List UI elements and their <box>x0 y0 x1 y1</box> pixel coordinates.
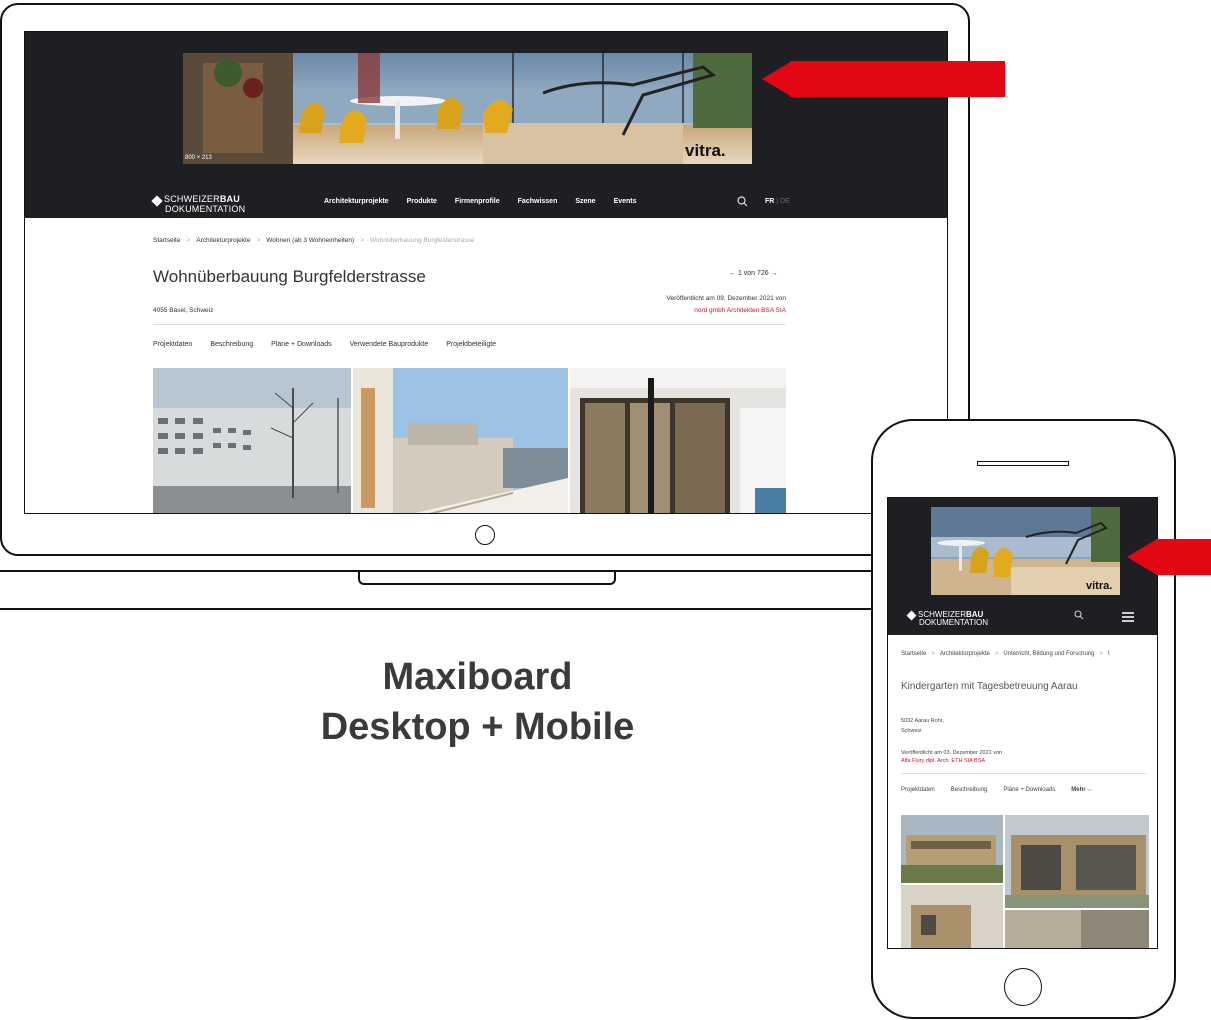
ad-photo: vitra. <box>931 507 1120 595</box>
tab-projektbeteiligte[interactable]: Projektbeteiligte <box>446 341 496 348</box>
gallery-image[interactable] <box>153 368 351 514</box>
mobile-screen: vitra. SCHWEIZERBAU DOKUMENTATION Starts… <box>887 497 1158 949</box>
next-arrow-icon[interactable]: → <box>771 270 778 277</box>
author-link[interactable]: nord gmbh Architekten BSA SIA <box>585 305 786 317</box>
gallery-image[interactable] <box>570 368 786 514</box>
search-icon[interactable] <box>1074 610 1084 622</box>
breadcrumb-item[interactable]: Architekturprojekte <box>940 651 990 657</box>
published-date: Veröffentlicht am 09. Dezember 2021 von <box>666 295 786 302</box>
laptop-webcam <box>475 525 495 545</box>
tab-projektdaten[interactable]: Projektdaten <box>901 787 935 794</box>
logo-diamond-icon <box>151 195 163 207</box>
desktop-screen: 800 × 213 vitra. SCHWEIZERBAU DOKUMENTAT… <box>24 31 948 514</box>
logo-text-line2: DOKUMENTATION <box>919 618 989 627</box>
nav-item-events[interactable]: Events <box>614 198 637 205</box>
breadcrumb-separator: > <box>1099 651 1103 657</box>
tab-projektdaten[interactable]: Projektdaten <box>153 341 192 348</box>
ad-size-label: 800 × 213 <box>185 155 213 161</box>
project-location: 4055 Basel, Schweiz <box>153 307 214 314</box>
location-line2: Schweiz <box>901 728 922 734</box>
breadcrumb-item[interactable]: I <box>1108 651 1110 657</box>
nav-item-fachwissen[interactable]: Fachwissen <box>518 198 558 205</box>
tab-verwendete-bauprodukte[interactable]: Verwendete Bauprodukte <box>350 341 429 348</box>
caption-line2: Desktop + Mobile <box>320 706 635 748</box>
breadcrumb-item[interactable]: Architekturprojekte <box>196 237 250 244</box>
logo-text-light: SCHWEIZER <box>164 194 220 204</box>
breadcrumb: Startseite > Architekturprojekte > Unter… <box>901 651 1110 657</box>
project-location: 5032 Aarau Rohr, Schweiz <box>901 716 944 736</box>
ad-photo: 800 × 213 vitra. <box>183 53 752 164</box>
main-nav: Architekturprojekte Produkte Firmenprofi… <box>324 198 637 205</box>
search-icon[interactable] <box>737 196 748 210</box>
lang-de[interactable]: DE <box>780 198 790 205</box>
gallery-image[interactable] <box>353 368 568 514</box>
site-logo[interactable]: SCHWEIZERBAU DOKUMENTATION <box>906 610 989 627</box>
breadcrumb-item[interactable]: Startseite <box>153 237 180 244</box>
project-tabs: Projektdaten Beschreibung Pläne + Downlo… <box>153 341 496 348</box>
mobile-pointer-arrow-bar <box>1156 539 1211 575</box>
page-title: Kindergarten mit Tagesbetreuung Aarau <box>901 681 1078 692</box>
hamburger-menu-icon[interactable] <box>1122 612 1134 624</box>
phone-speaker <box>977 461 1069 466</box>
lang-separator: | <box>776 198 779 205</box>
published-info: Veröffentlicht am 03. Dezember 2021 von … <box>901 749 1002 765</box>
divider <box>153 324 786 325</box>
mobile-pointer-arrow-icon <box>1127 539 1157 575</box>
nav-item-firmenprofile[interactable]: Firmenprofile <box>455 198 500 205</box>
published-info: Veröffentlicht am 09. Dezember 2021 von … <box>585 293 786 317</box>
breadcrumb-item[interactable]: Startseite <box>901 651 926 657</box>
language-switch: FR | DE <box>765 198 790 205</box>
mobile-maxiboard-ad[interactable]: vitra. <box>931 507 1120 595</box>
chevron-down-icon: ⌵ <box>1087 787 1092 793</box>
breadcrumb: Startseite > Architekturprojekte > Wohne… <box>153 237 474 244</box>
laptop-notch <box>358 571 616 585</box>
phone-home-button <box>1004 968 1042 1006</box>
tab-beschreibung[interactable]: Beschreibung <box>951 787 988 794</box>
nav-item-szene[interactable]: Szene <box>575 198 595 205</box>
desktop-maxiboard-ad[interactable]: 800 × 213 vitra. <box>183 53 752 164</box>
vitra-logo: vitra. <box>685 141 726 160</box>
project-tabs: Projektdaten Beschreibung Pläne + Downlo… <box>901 787 1092 794</box>
breadcrumb-separator: > <box>994 651 999 657</box>
nav-item-produkte[interactable]: Produkte <box>407 198 437 205</box>
breadcrumb-separator: > <box>931 651 935 657</box>
project-pager: ← 1 von 726 → <box>729 270 778 277</box>
breadcrumb-separator: > <box>256 237 261 244</box>
breadcrumb-item[interactable]: Wohnen (ab 3 Wohneinheiten) <box>266 237 354 244</box>
tab-more[interactable]: Mehr ⌵ <box>1071 787 1092 794</box>
vitra-logo: vitra. <box>1086 580 1112 592</box>
site-logo[interactable]: SCHWEIZERBAU DOKUMENTATION <box>151 194 246 214</box>
logo-diamond-icon <box>906 610 917 621</box>
author-link[interactable]: Alfa Flury dipl. Arch. ETH SIA BSA <box>901 757 1002 765</box>
location-line1: 5032 Aarau Rohr, <box>901 718 944 724</box>
page-title: Wohnüberbauung Burgfelderstrasse <box>153 267 426 286</box>
gallery-images[interactable] <box>901 815 1149 949</box>
desktop-pointer-arrow-icon <box>762 61 792 97</box>
breadcrumb-separator: > <box>360 237 364 244</box>
tab-plaene-downloads[interactable]: Pläne + Downloads <box>271 341 332 348</box>
published-date: Veröffentlicht am 03. Dezember 2021 von <box>901 750 1003 756</box>
caption-line1: Maxiboard <box>382 656 573 698</box>
logo-text-line2: DOKUMENTATION <box>165 204 246 214</box>
divider <box>901 773 1147 774</box>
tab-plaene-downloads[interactable]: Pläne + Downloads <box>1003 787 1055 794</box>
breadcrumb-separator: > <box>186 237 191 244</box>
prev-arrow-icon[interactable]: ← <box>729 270 736 277</box>
project-gallery <box>901 815 1149 949</box>
lang-fr[interactable]: FR <box>765 198 774 205</box>
more-label: Mehr <box>1071 787 1086 793</box>
desktop-pointer-arrow-bar <box>790 61 1005 97</box>
caption: Maxiboard Desktop + Mobile <box>240 652 715 752</box>
tab-beschreibung[interactable]: Beschreibung <box>210 341 253 348</box>
breadcrumb-current: Wohnüberbauung Burgfelderstrasse <box>370 237 475 244</box>
nav-item-architekturprojekte[interactable]: Architekturprojekte <box>324 198 389 205</box>
logo-text-bold: BAU <box>219 194 240 204</box>
project-gallery <box>153 368 786 514</box>
breadcrumb-item[interactable]: Unterricht, Bildung und Forschung <box>1003 651 1094 657</box>
pager-text: 1 von 726 <box>737 270 769 277</box>
